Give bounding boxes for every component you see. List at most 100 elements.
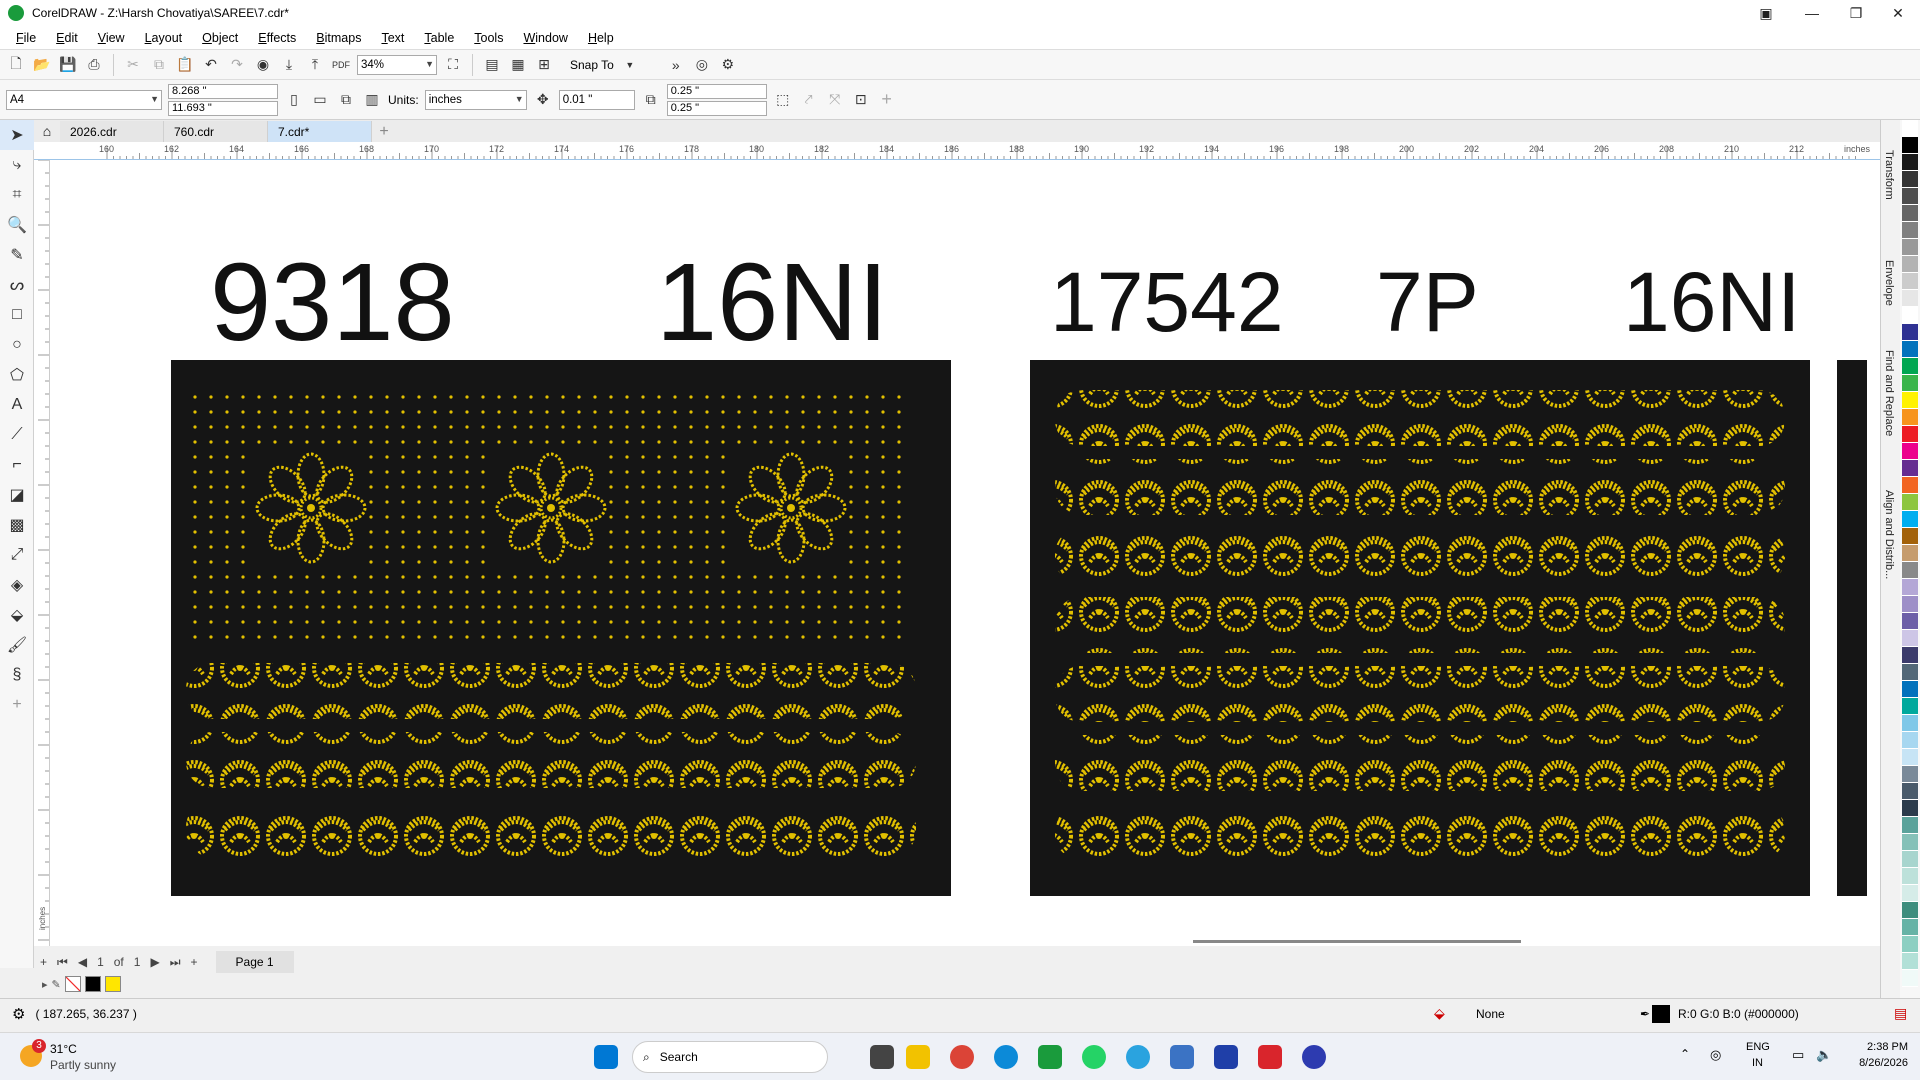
tab-7[interactable]: 7.cdr* [268, 121, 372, 142]
shape-tool-icon[interactable]: ⤷ [0, 150, 34, 180]
docker-envelope[interactable]: Envelope [1883, 260, 1895, 306]
color-swatch[interactable] [1902, 171, 1918, 188]
connector-tool-icon[interactable]: ⌐ [0, 450, 34, 480]
export-icon[interactable]: ⤒ [305, 55, 325, 75]
color-swatch[interactable] [1902, 273, 1918, 290]
snap-icon[interactable]: ⊡ [851, 90, 871, 110]
docker-align-distribute[interactable]: Align and Distrib... [1883, 490, 1895, 579]
start-icon[interactable] [594, 1045, 618, 1069]
page-size-select[interactable]: A4 ▼ [6, 89, 162, 110]
swatch-yellow[interactable] [104, 976, 121, 992]
color-swatch[interactable] [1902, 477, 1918, 494]
color-swatch[interactable] [1902, 817, 1918, 834]
chevron-up-icon[interactable]: ⌃ [1680, 1047, 1690, 1061]
launch-icon[interactable]: ◎ [692, 55, 712, 75]
color-swatch[interactable] [1902, 919, 1918, 936]
landscape-icon[interactable]: ▭ [310, 90, 330, 110]
color-proof-icon[interactable]: ▤ [1894, 1005, 1907, 1022]
color-swatch[interactable] [1902, 902, 1918, 919]
horizontal-scrollbar[interactable] [1193, 940, 1521, 943]
menu-file[interactable]: File [6, 31, 46, 45]
color-swatch[interactable] [1902, 681, 1918, 698]
menu-object[interactable]: Object [192, 31, 248, 45]
smear-icon[interactable]: § [0, 660, 34, 690]
polygon-tool-icon[interactable]: ⬠ [0, 360, 34, 390]
menu-tools[interactable]: Tools [464, 31, 513, 45]
drawing-canvas[interactable]: 9318 16NI 17542 7P 16NI [50, 160, 1880, 946]
color-swatch[interactable] [1902, 120, 1918, 137]
pointer-icon[interactable]: ⤧ [825, 90, 845, 110]
zoom-level-field[interactable]: 34% ▼ [357, 54, 437, 75]
show-rulers-icon[interactable]: ▤ [482, 55, 502, 75]
color-swatch[interactable] [1902, 307, 1918, 324]
last-page-icon[interactable]: ⏭ [170, 955, 181, 970]
coreldraw-icon[interactable] [1038, 1045, 1062, 1069]
color-swatch[interactable] [1902, 732, 1918, 749]
page-width-field[interactable]: 8.268 " [168, 83, 278, 99]
calculator-icon[interactable] [1170, 1045, 1194, 1069]
menu-bitmaps[interactable]: Bitmaps [306, 31, 371, 45]
design-panel-partial[interactable] [1837, 360, 1867, 896]
close-button[interactable]: ✕ [1876, 0, 1920, 26]
color-swatch[interactable] [1902, 545, 1918, 562]
menu-edit[interactable]: Edit [46, 31, 88, 45]
color-swatch[interactable] [1902, 256, 1918, 273]
color-swatch[interactable] [1902, 409, 1918, 426]
drop-shadow-icon[interactable]: ◪ [0, 480, 34, 510]
parallel-dimension-icon[interactable]: ⟋ [0, 420, 34, 450]
color-swatch[interactable] [1902, 766, 1918, 783]
eyedropper-icon[interactable]: ⤢ [0, 540, 34, 570]
add-icon[interactable]: + [877, 89, 897, 110]
ellipse-tool-icon[interactable]: ○ [0, 330, 34, 360]
show-guidelines-icon[interactable]: ⊞ [534, 55, 554, 75]
redo-icon[interactable]: ↷ [227, 55, 247, 75]
print-icon[interactable]: ⎙ [84, 55, 104, 75]
units-select[interactable]: inches ▼ [424, 89, 527, 110]
add-tool-icon[interactable]: + [0, 690, 34, 720]
color-swatch[interactable] [1902, 970, 1918, 987]
menu-table[interactable]: Table [414, 31, 464, 45]
color-swatch[interactable] [1902, 154, 1918, 171]
color-swatch[interactable] [1902, 936, 1918, 953]
zoom-tool-icon[interactable]: 🔍 [0, 210, 34, 240]
color-swatch[interactable] [1902, 800, 1918, 817]
color-swatch[interactable] [1902, 579, 1918, 596]
whatsapp-icon[interactable] [1082, 1045, 1106, 1069]
design-panel-left[interactable] [171, 360, 951, 896]
copy-icon[interactable]: ⧉ [149, 55, 169, 75]
open-folder-icon[interactable]: 📂 [32, 55, 52, 75]
new-tab-icon[interactable]: + [372, 121, 396, 142]
app-icon[interactable] [1302, 1045, 1326, 1069]
menu-text[interactable]: Text [371, 31, 414, 45]
color-swatch[interactable] [1902, 392, 1918, 409]
color-swatch[interactable] [1902, 494, 1918, 511]
region-label[interactable]: IN [1752, 1057, 1763, 1069]
color-swatch[interactable] [1902, 188, 1918, 205]
tab-2026[interactable]: 2026.cdr [60, 121, 164, 142]
clock-time[interactable]: 2:38 PM [1848, 1041, 1908, 1053]
color-swatch[interactable] [1902, 375, 1918, 392]
save-icon[interactable]: 💾 [58, 55, 78, 75]
color-swatch[interactable] [1902, 290, 1918, 307]
new-document-icon[interactable]: 🗋 [6, 55, 26, 75]
next-page-icon[interactable]: ▶ [150, 955, 159, 969]
color-swatch[interactable] [1902, 460, 1918, 477]
menu-help[interactable]: Help [578, 31, 624, 45]
color-swatch[interactable] [1902, 715, 1918, 732]
paste-icon[interactable]: 📋 [175, 55, 195, 75]
search-box[interactable]: ⌕ Search [632, 1041, 828, 1073]
volume-icon[interactable]: 🔈 [1816, 1047, 1832, 1063]
color-swatch[interactable] [1902, 630, 1918, 647]
previous-page-icon[interactable]: ◀ [78, 955, 87, 969]
color-swatch[interactable] [1902, 698, 1918, 715]
smart-fill-icon[interactable]: ⬙ [0, 600, 34, 630]
all-pages-icon[interactable]: ⧉ [336, 90, 356, 110]
treat-as-filled-icon[interactable]: ⬚ [773, 90, 793, 110]
brush-icon[interactable]: 🖌 [0, 630, 34, 660]
color-swatch[interactable] [1902, 443, 1918, 460]
edge-icon[interactable] [994, 1045, 1018, 1069]
file-explorer-icon[interactable] [906, 1045, 930, 1069]
color-swatch[interactable] [1902, 205, 1918, 222]
first-page-icon[interactable]: ⏮ [57, 955, 68, 970]
snap-to-dropdown[interactable]: Snap To [570, 58, 614, 72]
